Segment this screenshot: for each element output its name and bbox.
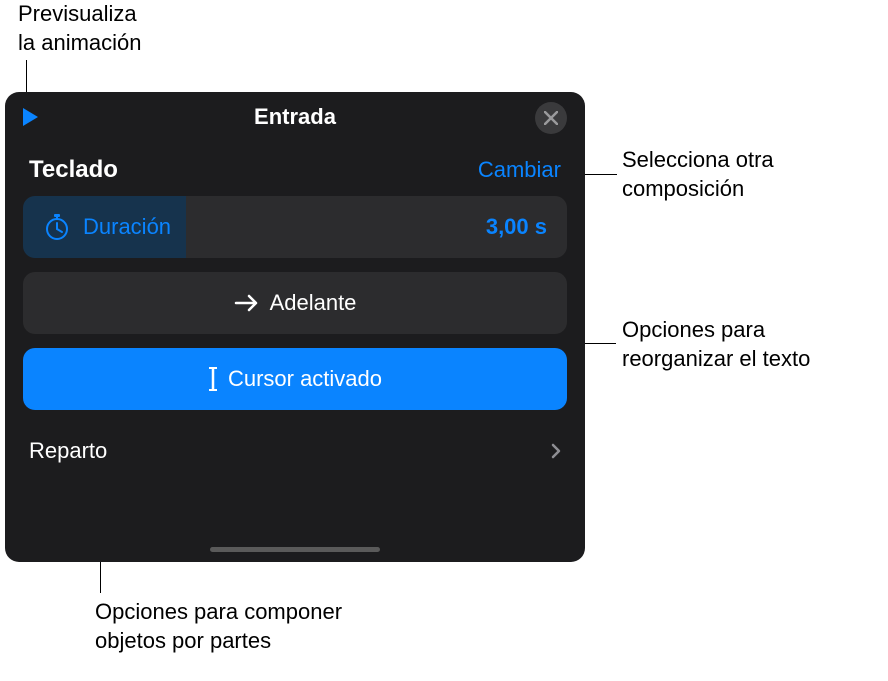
direction-label: Adelante [270,290,357,316]
duration-row[interactable]: Duración 3,00 s [23,196,567,258]
callout-direction: Opciones para reorganizar el texto [622,316,810,373]
cursor-button[interactable]: Cursor activado [23,348,567,410]
duration-value: 3,00 s [486,214,547,240]
cursor-icon [208,365,218,393]
callout-delivery: Opciones para componer objetos por parte… [95,598,342,655]
close-button[interactable] [535,102,567,134]
arrow-right-icon [234,293,260,313]
panel-header: Entrada [5,92,585,140]
effect-row: Teclado Cambiar [5,140,585,196]
home-indicator [210,547,380,552]
delivery-label: Reparto [29,438,107,464]
effect-name: Teclado [29,156,118,184]
callout-preview: Previsualiza la animación [18,0,142,57]
close-icon [544,111,558,125]
animation-panel: Entrada Teclado Cambiar Duración 3,00 s [5,92,585,562]
preview-play-icon[interactable] [23,108,38,126]
callout-change: Selecciona otra composición [622,146,774,203]
change-button[interactable]: Cambiar [478,157,561,183]
panel-title: Entrada [254,104,336,130]
direction-button[interactable]: Adelante [23,272,567,334]
duration-label: Duración [83,214,486,240]
cursor-label: Cursor activado [228,366,382,392]
chevron-right-icon [551,443,561,459]
delivery-row[interactable]: Reparto [5,424,585,464]
panel-content: Duración 3,00 s Adelante Cursor activado [5,196,585,410]
stopwatch-icon [43,213,71,241]
